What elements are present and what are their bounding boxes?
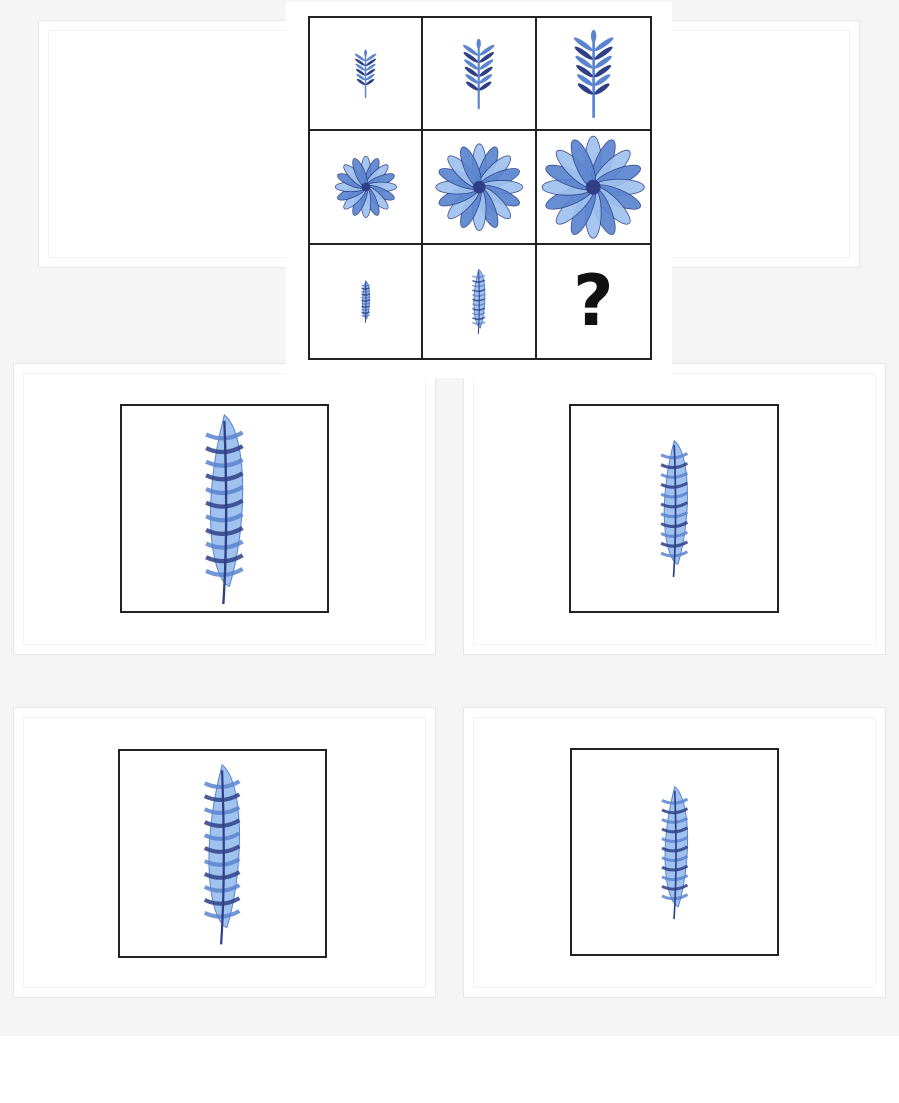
puzzle-panel: ? bbox=[286, 2, 672, 378]
flower-icon bbox=[434, 142, 524, 232]
grid-cell-r3c2 bbox=[423, 244, 537, 358]
sprig-icon bbox=[569, 29, 618, 119]
grid-cell-r3c1 bbox=[310, 244, 424, 358]
question-mark: ? bbox=[573, 260, 614, 343]
grid-cell-r2c2 bbox=[423, 131, 537, 245]
feather-icon bbox=[198, 761, 246, 946]
option-box-3[interactable] bbox=[118, 749, 327, 958]
feather-icon bbox=[657, 784, 692, 921]
flower-icon bbox=[334, 155, 398, 219]
option-box-2[interactable] bbox=[569, 404, 779, 613]
flower-icon bbox=[540, 134, 646, 240]
grid-cell-r1c1 bbox=[310, 18, 424, 132]
feather-icon bbox=[199, 411, 250, 606]
grid-cell-r2c3 bbox=[536, 131, 650, 245]
card-left-top bbox=[38, 20, 318, 268]
sprig-icon bbox=[459, 38, 498, 110]
option-box-1[interactable] bbox=[120, 404, 329, 613]
feather-icon bbox=[656, 438, 693, 578]
sprig-icon bbox=[352, 49, 379, 99]
grid-cell-r1c3 bbox=[536, 18, 650, 132]
feather-icon bbox=[360, 279, 371, 323]
feather-icon bbox=[470, 268, 487, 335]
grid-cell-r2c1 bbox=[310, 131, 424, 245]
grid-cell-r3c3: ? bbox=[537, 245, 650, 358]
puzzle-grid: ? bbox=[308, 16, 652, 360]
card-right-top bbox=[640, 20, 860, 268]
grid-cell-r1c2 bbox=[423, 18, 537, 132]
option-box-4[interactable] bbox=[570, 748, 779, 956]
